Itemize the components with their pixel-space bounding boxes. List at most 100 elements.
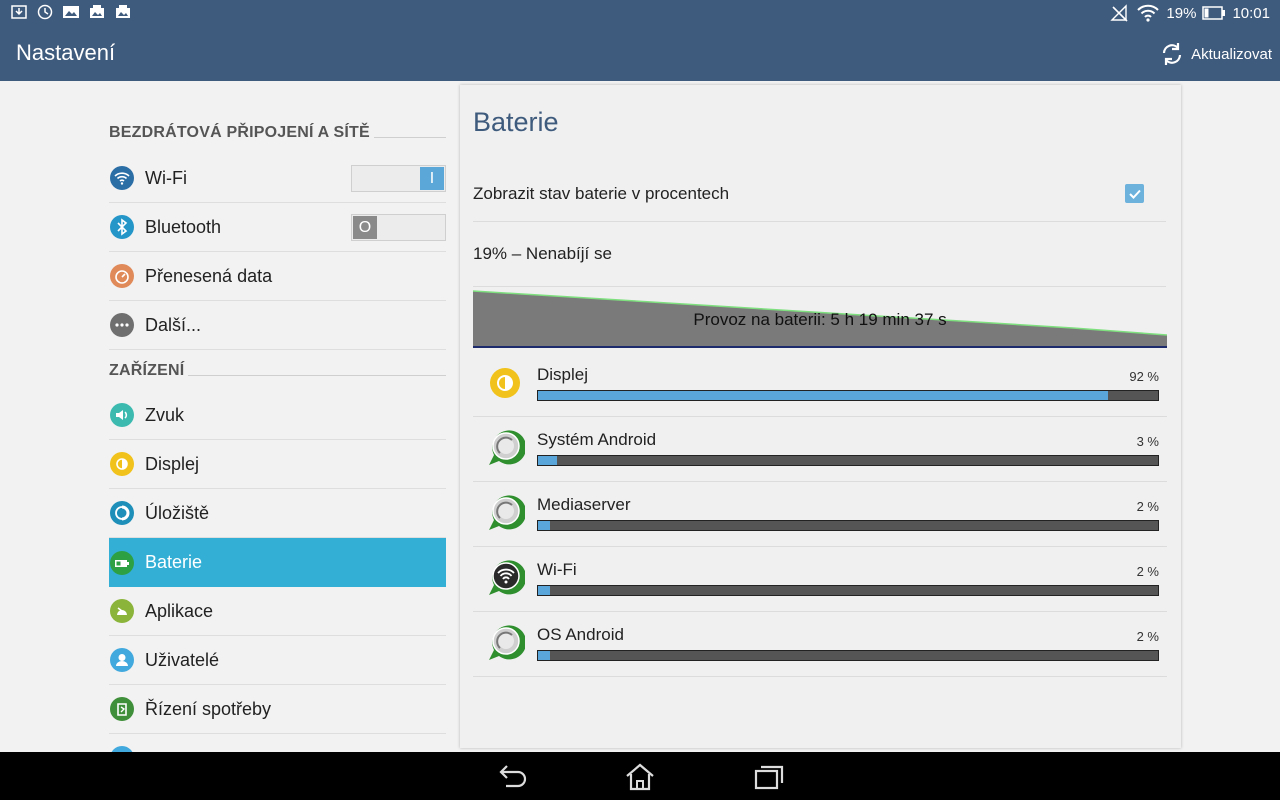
usage-bar xyxy=(537,585,1159,596)
home-icon[interactable] xyxy=(623,762,657,792)
show-percent-checkbox[interactable] xyxy=(1125,184,1144,203)
settings-item-label: Zvuk xyxy=(145,404,185,425)
settings-item-label: Přenesená data xyxy=(145,265,273,286)
power-management-icon xyxy=(109,696,135,722)
toggle-knob: I xyxy=(420,167,444,190)
settings-item-data-usage[interactable]: Přenesená data xyxy=(109,252,446,301)
battery-history-graph[interactable]: Provoz na baterii: 5 h 19 min 37 s xyxy=(472,288,1168,348)
display-icon xyxy=(109,451,135,477)
notification-icons xyxy=(10,4,132,20)
usage-percent: 2 % xyxy=(1136,499,1159,514)
settings-list: BEZDRÁTOVÁ PŘIPOJENÍ A SÍTĚ Wi-Fi I Blue… xyxy=(0,81,460,752)
signal-off-icon xyxy=(1110,4,1128,22)
battery-status-label: 19% – Nenabíjí se xyxy=(473,244,612,263)
settings-item-users[interactable]: Uživatelé xyxy=(109,636,446,685)
usage-bar xyxy=(537,650,1159,661)
recent-apps-icon[interactable] xyxy=(752,762,786,792)
sound-icon xyxy=(109,402,135,428)
display-brightness-icon xyxy=(490,368,520,398)
show-percent-row[interactable]: Zobrazit stav baterie v procentech xyxy=(473,167,1166,222)
usage-item[interactable]: OS Android 2 % xyxy=(473,612,1167,677)
refresh-button[interactable]: Aktualizovat xyxy=(1159,40,1272,68)
section-header-device-label: ZAŘÍZENÍ xyxy=(109,362,185,379)
check-icon xyxy=(1128,189,1141,199)
settings-item-bluetooth[interactable]: Bluetooth O xyxy=(109,203,446,252)
refresh-label: Aktualizovat xyxy=(1191,45,1272,63)
settings-item-wifi[interactable]: Wi-Fi I xyxy=(109,154,446,203)
usage-bar-fill xyxy=(538,456,557,465)
settings-item-partial[interactable] xyxy=(109,734,446,752)
wifi-icon xyxy=(489,560,525,595)
usage-bar-fill xyxy=(538,586,551,595)
apps-icon xyxy=(109,598,135,624)
settings-item-apps[interactable]: Aplikace xyxy=(109,587,446,636)
gallery-notification-icon xyxy=(63,6,79,18)
section-header-device: ZAŘÍZENÍ xyxy=(109,359,446,383)
section-header-wireless-label: BEZDRÁTOVÁ PŘIPOJENÍ A SÍTĚ xyxy=(109,124,370,141)
data-usage-icon xyxy=(109,263,135,289)
usage-bar xyxy=(537,455,1159,466)
settings-item-power-management[interactable]: Řízení spotřeby xyxy=(109,685,446,734)
usage-percent: 2 % xyxy=(1136,629,1159,644)
usage-percent: 2 % xyxy=(1136,564,1159,579)
app-title: Nastavení xyxy=(16,40,116,65)
usage-item[interactable]: Mediaserver 2 % xyxy=(473,482,1167,547)
settings-item-display[interactable]: Displej xyxy=(109,440,446,489)
more-icon xyxy=(109,312,135,338)
settings-item-label: Baterie xyxy=(145,552,203,572)
usage-bar-fill xyxy=(538,521,551,530)
settings-item-label: Wi-Fi xyxy=(145,167,187,188)
usage-percent: 92 % xyxy=(1129,369,1159,384)
toggle-knob: O xyxy=(353,216,377,239)
usage-name: Mediaserver xyxy=(537,495,631,514)
battery-settings-icon xyxy=(109,550,135,576)
refresh-icon xyxy=(1163,43,1182,65)
usage-name: Systém Android xyxy=(537,430,657,449)
usage-item[interactable]: Systém Android 3 % xyxy=(473,417,1167,482)
android-system-icon xyxy=(489,625,525,660)
wifi-icon xyxy=(109,165,135,191)
wifi-signal-icon xyxy=(1137,4,1160,22)
battery-status: 19% – Nenabíjí se xyxy=(473,222,1166,287)
clock-notification-icon xyxy=(37,4,53,20)
usage-item[interactable]: Wi-Fi 2 % xyxy=(473,547,1167,612)
usage-bar-fill xyxy=(538,391,1109,400)
storage-icon xyxy=(109,500,135,526)
settings-item-more[interactable]: Další... xyxy=(109,301,446,350)
android-system-icon xyxy=(489,430,525,465)
settings-item-label: Displej xyxy=(145,453,200,474)
settings-item-battery[interactable]: Baterie xyxy=(109,538,446,587)
back-icon[interactable] xyxy=(496,762,530,792)
bluetooth-toggle[interactable]: O xyxy=(351,214,446,241)
show-percent-label: Zobrazit stav baterie v procentech xyxy=(473,184,730,203)
settings-item-sound[interactable]: Zvuk xyxy=(109,391,446,440)
navigation-bar xyxy=(0,752,1280,800)
settings-item-label: Bluetooth xyxy=(145,216,222,237)
usage-name: Wi-Fi xyxy=(537,560,577,579)
android-system-icon xyxy=(489,495,525,530)
battery-icon xyxy=(1202,6,1226,20)
usage-bar xyxy=(537,390,1159,401)
panel-title: Baterie xyxy=(473,107,559,137)
user-icon xyxy=(109,647,135,673)
usage-list: Displej 92 % Systém Android 3 % Mediaser… xyxy=(473,352,1167,677)
settings-item-label: Uživatelé xyxy=(145,649,220,670)
partial-item-icon xyxy=(109,745,135,752)
download-notification-icon xyxy=(11,5,27,19)
usage-bar xyxy=(537,520,1159,531)
gallery-notification-icon-3 xyxy=(116,5,130,18)
graph-label: Provoz na baterii: 5 h 19 min 37 s xyxy=(693,310,947,329)
gallery-notification-icon-2 xyxy=(90,5,104,18)
status-right: 19% 10:01 xyxy=(1110,3,1270,23)
usage-name: Displej xyxy=(537,365,589,384)
settings-item-label: Další... xyxy=(145,314,202,335)
usage-item[interactable]: Displej 92 % xyxy=(473,352,1167,417)
settings-item-label: Aplikace xyxy=(145,600,214,621)
section-header-wireless: BEZDRÁTOVÁ PŘIPOJENÍ A SÍTĚ xyxy=(109,121,446,145)
status-bar: 19% 10:01 xyxy=(0,0,1280,26)
usage-bar-fill xyxy=(538,651,551,660)
settings-item-storage[interactable]: Úložiště xyxy=(109,489,446,538)
wifi-toggle[interactable]: I xyxy=(351,165,446,192)
battery-panel: Baterie Zobrazit stav baterie v procente… xyxy=(460,85,1181,748)
battery-graph-baseline xyxy=(473,346,1167,348)
